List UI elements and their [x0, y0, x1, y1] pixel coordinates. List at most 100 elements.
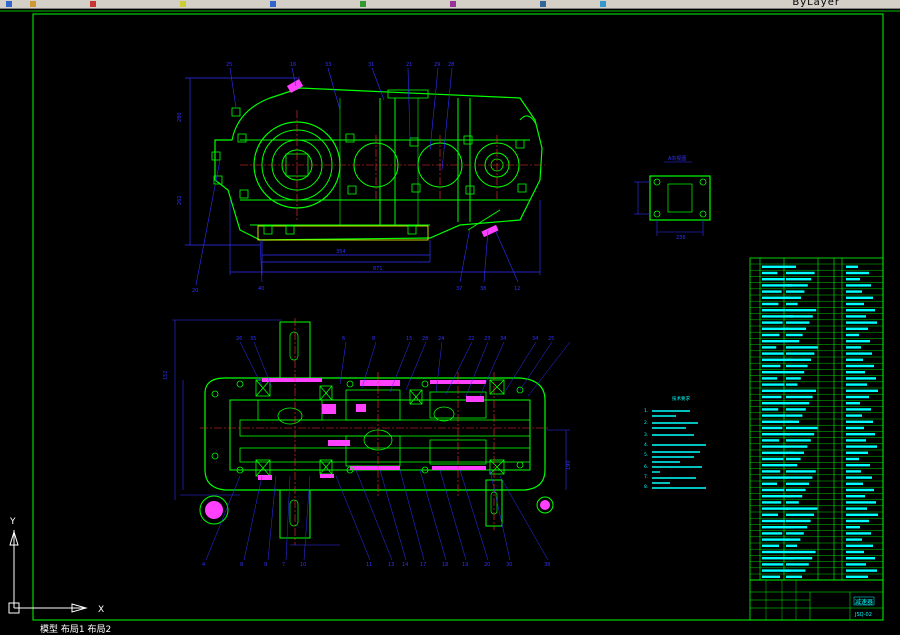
- tech-text-lines: [652, 410, 706, 489]
- callout: 26: [236, 336, 242, 342]
- tech-item: 4.: [644, 442, 648, 448]
- zoom-icon[interactable]: [270, 1, 276, 7]
- undo-icon[interactable]: [30, 1, 36, 7]
- bom-text-glyphs: [786, 482, 809, 485]
- callout: 20: [484, 562, 490, 568]
- bom-text-glyphs: [786, 563, 809, 566]
- callout: 28: [422, 336, 428, 342]
- bom-text-glyphs: [786, 377, 801, 380]
- bom-text-glyphs: [846, 358, 863, 361]
- help-icon[interactable]: [600, 1, 606, 7]
- bom-text-glyphs: [786, 309, 817, 312]
- properties-icon[interactable]: [450, 1, 456, 7]
- bom-text-glyphs: [762, 470, 781, 473]
- callout: 28: [448, 62, 454, 68]
- bottom-bar: [0, 626, 900, 632]
- title-block-number: JSQ-02: [854, 612, 872, 618]
- top-centerlines: [240, 110, 545, 220]
- linetype-text[interactable]: ByLayer: [792, 0, 840, 8]
- bom-text-glyphs: [786, 321, 810, 324]
- bom-text-glyphs: [762, 532, 783, 535]
- bom-text-glyphs: [762, 302, 779, 306]
- bom-text-glyphs: [846, 426, 864, 430]
- callout: 18: [442, 562, 448, 568]
- bom-text-glyphs: [846, 395, 869, 399]
- bom-text-glyphs: [786, 290, 805, 293]
- bom-text-glyphs: [762, 402, 789, 405]
- match-icon[interactable]: [540, 1, 546, 7]
- callout: 19: [462, 562, 468, 568]
- dim-text: 280: [177, 112, 183, 122]
- bom-text-glyphs: [786, 414, 803, 417]
- bom-text-glyphs: [846, 557, 875, 560]
- redo-icon[interactable]: [90, 1, 96, 7]
- bom-text-glyphs: [786, 507, 818, 510]
- title-block: 减速器 JSQ-02: [749, 579, 884, 621]
- bom-text-glyphs: [786, 327, 806, 330]
- bom-text-glyphs: [846, 290, 862, 293]
- bom-text-glyphs: [786, 278, 812, 281]
- callout: 4: [202, 562, 205, 568]
- callout: 22: [468, 336, 474, 342]
- callout: 34: [500, 336, 506, 342]
- drawing-canvas[interactable]: 280 262 354 871 25 16 33 31 21 29 28 20 …: [0, 8, 900, 626]
- bom-text-glyphs: [762, 550, 787, 554]
- bom-text-glyphs: [786, 451, 804, 454]
- bom-text-glyphs: [786, 557, 813, 560]
- callout: 12: [514, 286, 520, 292]
- callout: 33: [325, 62, 331, 68]
- top-view: 280 262 354 871 25 16 33 31 21 29 28 20 …: [177, 62, 545, 294]
- callout: 20: [192, 288, 198, 294]
- bom-text-glyphs: [786, 538, 801, 541]
- bom-text-glyphs: [786, 371, 805, 374]
- bom-text-glyphs: [846, 420, 873, 423]
- flange-outline: [649, 175, 711, 221]
- bom-text-glyphs: [786, 495, 803, 498]
- bom-text-glyphs: [786, 439, 811, 442]
- top-bolts: [211, 107, 527, 235]
- bom-text-glyphs: [762, 544, 779, 547]
- bom-text-glyphs: [762, 290, 782, 293]
- bom-text-glyphs: [762, 327, 790, 330]
- bom-text-glyphs: [762, 426, 783, 430]
- pan-icon[interactable]: [180, 1, 186, 7]
- callout: 37: [456, 286, 462, 292]
- bom-text-glyphs: [846, 346, 861, 349]
- bom-text-glyphs: [846, 488, 874, 492]
- bom-text-glyphs: [846, 414, 862, 417]
- bom-text-glyphs: [786, 513, 814, 516]
- bom-text-glyphs: [762, 445, 787, 448]
- bom-text-glyphs: [786, 340, 800, 343]
- bom-text-glyphs: [846, 271, 869, 275]
- bom-text-glyphs: [846, 296, 873, 299]
- bom-text-glyphs: [762, 519, 786, 523]
- layer-icon[interactable]: [360, 1, 366, 7]
- bom-text-glyphs: [786, 346, 818, 349]
- bom-text-glyphs: [786, 550, 816, 554]
- callout: 6: [342, 336, 345, 342]
- callout: 21: [406, 62, 412, 68]
- bom-text-glyphs: [762, 395, 782, 399]
- bom-text-glyphs: [786, 315, 813, 318]
- bom-text-glyphs: [786, 470, 816, 473]
- tech-item: 7.: [644, 474, 648, 480]
- bom-text-glyphs: [846, 315, 866, 318]
- bom-text-glyphs: [786, 420, 799, 423]
- callout: 25: [226, 62, 232, 68]
- bom-text-glyphs: [846, 495, 865, 498]
- bom-text-glyphs: [786, 364, 808, 368]
- bom-text-glyphs: [846, 352, 872, 355]
- bom-text-glyphs: [762, 507, 789, 510]
- bom-text-glyphs: [762, 439, 780, 442]
- save-icon[interactable]: [6, 1, 12, 7]
- dim-text: 871: [373, 266, 383, 272]
- bom-text-glyphs: [762, 265, 788, 268]
- bom-text-glyphs: [762, 346, 777, 349]
- ucs-y-label: Y: [9, 517, 16, 527]
- layout-tabs[interactable]: 模型 布局1 布局2: [40, 622, 111, 635]
- bom-text-glyphs: [786, 488, 806, 492]
- section-leaders: [205, 341, 571, 561]
- section-centerlines: [200, 318, 548, 545]
- bom-text-glyphs: [786, 532, 804, 535]
- section-hatch: [258, 378, 486, 480]
